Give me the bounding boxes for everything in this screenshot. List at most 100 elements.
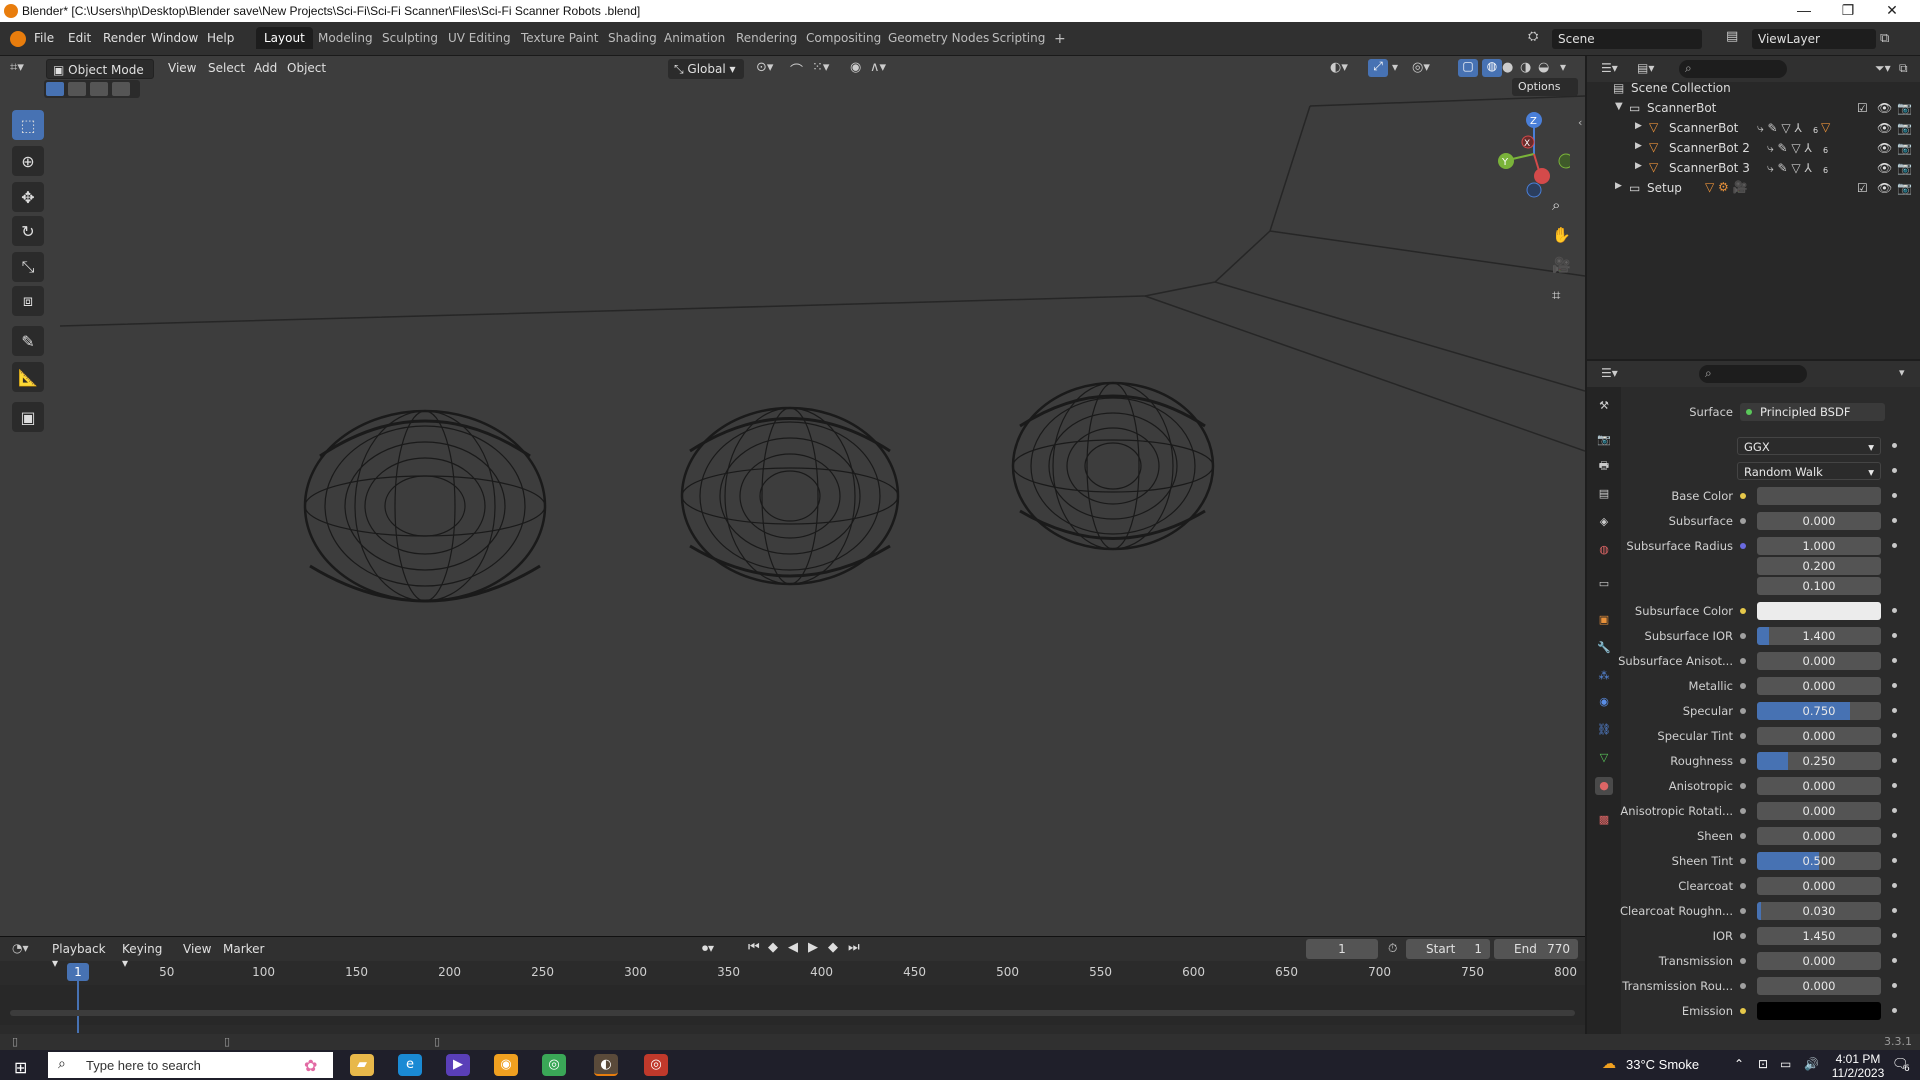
minimize-button[interactable]: —: [1784, 2, 1824, 18]
keyframe-dot-icon[interactable]: [1892, 658, 1897, 663]
measure-tool-icon[interactable]: 📐: [12, 362, 44, 392]
socket-dot-icon[interactable]: [1740, 708, 1746, 714]
menu-file[interactable]: File: [34, 31, 54, 45]
blender-menu-icon[interactable]: [10, 31, 26, 47]
keying-menu[interactable]: Keying ▾: [116, 939, 176, 970]
zoom-icon[interactable]: ⌕: [1552, 196, 1560, 214]
rotate-tool-icon[interactable]: ↻: [12, 216, 44, 246]
viewport-menu-select[interactable]: Select: [208, 61, 245, 75]
shading-options-icon[interactable]: ▾: [1560, 60, 1566, 74]
socket-dot-icon[interactable]: [1740, 908, 1746, 914]
options-dropdown[interactable]: Options: [1512, 78, 1578, 96]
properties-search-input[interactable]: ⌕: [1699, 365, 1807, 383]
gizmo-options-icon[interactable]: ▾: [1392, 60, 1398, 74]
navigation-gizmo[interactable]: Z Y X: [1490, 106, 1570, 206]
xray-toggle-icon[interactable]: ▢: [1458, 59, 1478, 77]
jump-start-icon[interactable]: ⏮: [748, 940, 760, 955]
editor-type-icon[interactable]: ⌗▾: [10, 60, 24, 75]
socket-dot-icon[interactable]: [1740, 858, 1746, 864]
property-value-field[interactable]: 0.200: [1757, 557, 1881, 575]
snap-icon[interactable]: ⌒: [790, 60, 803, 79]
keyframe-dot-icon[interactable]: [1892, 983, 1897, 988]
keyframe-dot-icon[interactable]: [1892, 858, 1897, 863]
menu-edit[interactable]: Edit: [68, 31, 91, 45]
outliner-row-scannerbot-2[interactable]: ▶ ▽ ScannerBot 2 ⤷ ✎ ▽ ⅄ 6 👁 📷: [1587, 138, 1920, 158]
blender-taskbar-icon[interactable]: ◐: [594, 1054, 618, 1076]
start-frame-field[interactable]: Start 1: [1406, 939, 1490, 959]
keyframe-dot-icon[interactable]: [1892, 883, 1897, 888]
select-intersect-icon[interactable]: [112, 82, 130, 96]
keyframe-dot-icon[interactable]: [1892, 608, 1897, 613]
proportional-edit-icon[interactable]: ◉: [850, 60, 861, 75]
property-slider[interactable]: 0.000: [1757, 777, 1881, 795]
scene-name-field[interactable]: Scene: [1552, 29, 1702, 49]
property-slider[interactable]: 0.250: [1757, 752, 1881, 770]
cursor-tool-icon[interactable]: ⊕: [12, 146, 44, 176]
select-extend-icon[interactable]: [68, 82, 86, 96]
viewport-menu-add[interactable]: Add: [254, 61, 277, 75]
tab-layout[interactable]: Layout: [256, 27, 313, 49]
expand-toggle-icon[interactable]: ▼: [1615, 101, 1623, 112]
tab-geometry-nodes[interactable]: Geometry Nodes: [880, 27, 997, 49]
property-slider[interactable]: 0.000: [1757, 727, 1881, 745]
keyframe-dot-icon[interactable]: [1892, 543, 1897, 548]
new-view-layer-icon[interactable]: ⧉: [1880, 31, 1889, 46]
property-slider[interactable]: 1.450: [1757, 927, 1881, 945]
outliner-editor-type-icon[interactable]: ☰▾: [1601, 61, 1618, 75]
next-keyframe-icon[interactable]: ◆: [828, 940, 838, 955]
jump-end-icon[interactable]: ⏭: [848, 940, 860, 955]
transform-tool-icon[interactable]: ⧈: [12, 286, 44, 316]
app-icon[interactable]: ▶: [446, 1054, 470, 1076]
outliner-search-input[interactable]: ⌕: [1679, 60, 1787, 78]
keyframe-dot-icon[interactable]: [1892, 493, 1897, 498]
clock-time[interactable]: 4:01 PM: [1828, 1052, 1888, 1066]
file-explorer-icon[interactable]: ▰: [350, 1054, 374, 1076]
tab-animation[interactable]: Animation: [656, 27, 733, 49]
menu-render[interactable]: Render: [103, 31, 146, 45]
playhead-frame-label[interactable]: 1: [67, 963, 89, 981]
keyframe-dot-icon[interactable]: [1892, 908, 1897, 913]
play-reverse-icon[interactable]: ◀: [788, 940, 798, 955]
solid-shading-icon[interactable]: ●: [1502, 60, 1513, 75]
record-icon[interactable]: ⏺▾: [702, 941, 714, 956]
rendered-shading-icon[interactable]: ◒: [1538, 60, 1549, 75]
socket-dot-icon[interactable]: [1740, 1008, 1746, 1014]
timeline-track-area[interactable]: [0, 985, 1585, 1025]
mode-dropdown[interactable]: ▣ Object Mode ▾: [46, 59, 154, 91]
transform-orientation-dropdown[interactable]: ⤡ Global ▾: [668, 59, 744, 79]
color-swatch[interactable]: [1757, 602, 1881, 620]
timeline-menu-marker[interactable]: Marker: [223, 942, 264, 956]
property-slider[interactable]: 1.400: [1757, 627, 1881, 645]
socket-dot-icon[interactable]: [1740, 543, 1746, 549]
keyframe-dot-icon[interactable]: [1892, 518, 1897, 523]
property-slider[interactable]: 0.000: [1757, 802, 1881, 820]
maximize-button[interactable]: ❐: [1828, 2, 1868, 19]
socket-dot-icon[interactable]: [1740, 758, 1746, 764]
keyframe-dot-icon[interactable]: [1892, 758, 1897, 763]
keyframe-dot-icon[interactable]: [1892, 733, 1897, 738]
property-slider[interactable]: 0.750: [1757, 702, 1881, 720]
keyframe-dot-icon[interactable]: [1892, 633, 1897, 638]
property-slider[interactable]: 0.500: [1757, 852, 1881, 870]
gizmo-toggle-icon[interactable]: ⤢: [1368, 59, 1388, 77]
overlay-icon[interactable]: ◎▾: [1412, 60, 1430, 75]
property-value-field[interactable]: 0.100: [1757, 577, 1881, 595]
property-slider[interactable]: 0.000: [1757, 877, 1881, 895]
camera-icon[interactable]: 📷: [1897, 141, 1912, 155]
viewport-menu-view[interactable]: View: [168, 61, 196, 75]
keyframe-dot-icon[interactable]: [1892, 683, 1897, 688]
color-swatch[interactable]: [1757, 487, 1881, 505]
menu-window[interactable]: Window: [151, 31, 198, 45]
socket-dot-icon[interactable]: [1740, 958, 1746, 964]
select-box-tool-icon[interactable]: ⬚: [12, 110, 44, 140]
current-frame-field[interactable]: 1: [1306, 939, 1378, 959]
expand-toggle-icon[interactable]: ▶: [1635, 141, 1642, 151]
preview-range-icon[interactable]: ⏱: [1388, 941, 1397, 956]
socket-dot-icon[interactable]: [1740, 883, 1746, 889]
tab-uv-editing[interactable]: UV Editing: [440, 27, 519, 49]
viewport-menu-object[interactable]: Object: [287, 61, 326, 75]
weather-text[interactable]: 33°C Smoke: [1626, 1057, 1699, 1072]
properties-options-icon[interactable]: ▾: [1899, 366, 1905, 379]
property-slider[interactable]: 0.000: [1757, 652, 1881, 670]
outliner-row-scannerbot[interactable]: ▶ ▽ ScannerBot ⤷ ✎ ▽ ⅄ 6 ▽ 👁 📷: [1587, 118, 1920, 138]
